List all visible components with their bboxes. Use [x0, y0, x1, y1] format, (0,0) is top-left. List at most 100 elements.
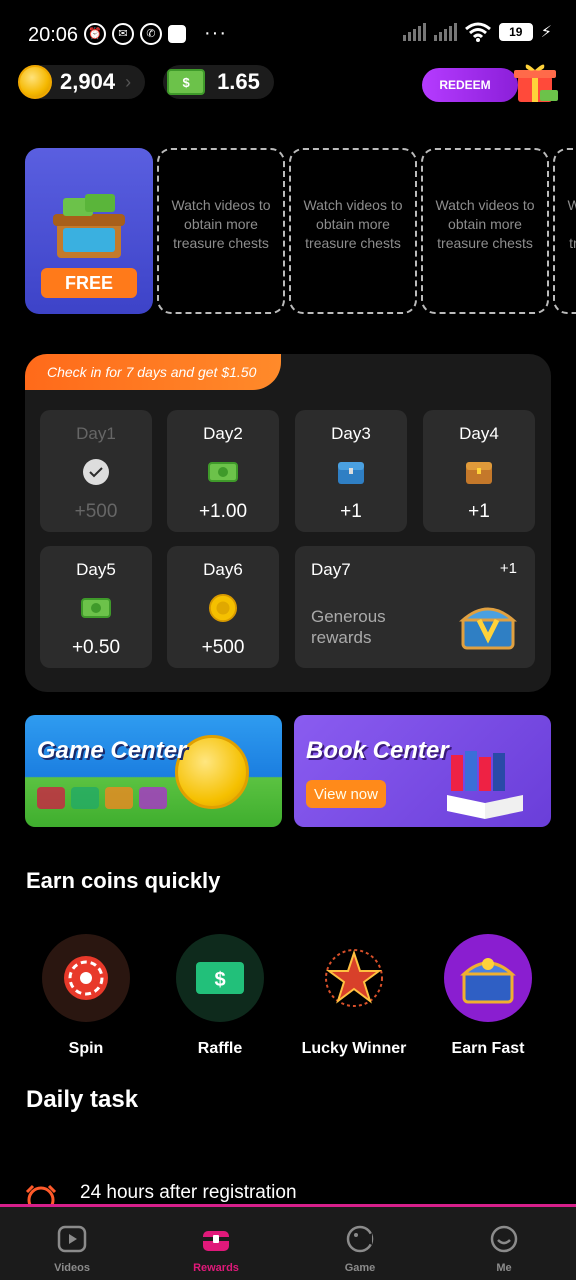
- game-thumbnails: [37, 787, 177, 813]
- spin-wheel-icon: [42, 934, 130, 1022]
- status-time: 20:06: [28, 24, 79, 46]
- book-center-banner[interactable]: Book Center View now: [294, 715, 551, 827]
- redeem-button[interactable]: REDEEM: [422, 68, 518, 102]
- task-label: 24 hours after registration: [80, 1182, 297, 1203]
- task-row[interactable]: 24 hours after registration: [24, 1180, 576, 1204]
- chest-slot: Watch videos to obtain more treasure che…: [553, 148, 576, 314]
- cash-icon: [208, 462, 238, 482]
- system-icons: 19 ⚡: [402, 22, 552, 42]
- nav-label: Videos: [54, 1262, 90, 1274]
- rewards-icon: [203, 1231, 229, 1251]
- game-icon: [346, 1225, 374, 1253]
- nav-label: Game: [344, 1262, 376, 1274]
- alarm-icon: ⏰: [84, 22, 106, 45]
- earn-row: Spin $ Raffle Lucky Winner Earn Fast: [0, 934, 576, 1064]
- charging-icon: ⚡: [540, 24, 552, 41]
- day-card-4[interactable]: Day4 +1: [423, 410, 535, 532]
- cash-balance-value: 1.65: [217, 69, 260, 94]
- more-notifications-icon: ···: [204, 22, 227, 44]
- day-label: Day7: [311, 560, 351, 579]
- day-card-6[interactable]: Day6 +500: [167, 546, 279, 668]
- daily-task-title: Daily task: [26, 1086, 139, 1113]
- day-label: Day1: [76, 424, 116, 443]
- earn-label: Earn Fast: [451, 1040, 525, 1057]
- chest-slot: Watch videos to obtain more treasure che…: [421, 148, 549, 314]
- treasure-chest-icon: [53, 194, 125, 258]
- coin-icon: [209, 594, 237, 622]
- day-card-3[interactable]: Day3 +1: [295, 410, 407, 532]
- notification-icons: ⏰ ✉ ✆ ···: [84, 22, 227, 45]
- day-value: +1.00: [198, 501, 248, 522]
- chest-row: FREE Watch videos to obtain more treasur…: [25, 148, 576, 314]
- lucky-winner-item[interactable]: Lucky Winner: [299, 934, 409, 1058]
- treasure-chest-icon: [444, 934, 532, 1022]
- raffle-ticket-icon: $: [176, 934, 264, 1022]
- earn-label: Raffle: [197, 1040, 243, 1057]
- coin-balance[interactable]: 2,904 ›: [18, 65, 146, 99]
- check-icon: [83, 459, 109, 485]
- coin-balance-value: 2,904: [60, 69, 116, 94]
- status-bar: 20:06 ⏰ ✉ ✆ ··· 19 ⚡: [0, 0, 576, 64]
- nav-me[interactable]: Me: [464, 1225, 544, 1274]
- earn-fast-item[interactable]: Earn Fast: [433, 934, 543, 1058]
- game-thumbnail-icon: [105, 787, 133, 809]
- play-icon: [57, 1225, 87, 1253]
- nav-game[interactable]: Game: [320, 1225, 400, 1274]
- view-now-button[interactable]: View now: [306, 780, 386, 808]
- balance-row: 2,904 › $ 1.65: [18, 64, 274, 100]
- day-card-5[interactable]: Day5 +0.50: [40, 546, 152, 668]
- gold-chest-icon: [466, 462, 492, 484]
- nav-label: Rewards: [193, 1262, 239, 1274]
- game-thumbnail-icon: [37, 787, 65, 809]
- book-center-title: Book Center: [306, 737, 449, 764]
- day-label: Day6: [203, 560, 243, 579]
- day-label: Day3: [331, 424, 371, 443]
- cash-balance[interactable]: $ 1.65: [163, 65, 274, 99]
- day-value: +1: [499, 560, 517, 577]
- viber-icon: ✆: [140, 22, 162, 45]
- nav-videos[interactable]: Videos: [32, 1225, 112, 1274]
- game-center-banner[interactable]: Game Center: [25, 715, 282, 827]
- day7-description: Generous rewards: [311, 607, 386, 647]
- earn-label: Spin: [68, 1040, 104, 1057]
- day-value: +1: [468, 501, 490, 522]
- day-value: +500: [74, 501, 118, 522]
- treasure-chest-icon: [459, 607, 517, 650]
- lucky-star-icon: [310, 934, 398, 1022]
- nav-rewards[interactable]: Rewards: [176, 1225, 256, 1274]
- chest-slot: Watch videos to obtain more treasure che…: [157, 148, 285, 314]
- bottom-nav: Videos Rewards Game Me: [0, 1204, 576, 1280]
- day-card-1[interactable]: Day1 +500: [40, 410, 152, 532]
- checkin-banner: Check in for 7 days and get $1.50: [25, 354, 281, 390]
- gift-icon[interactable]: [510, 60, 560, 106]
- day-card-7[interactable]: Day7 +1 Generous rewards: [295, 546, 535, 668]
- chest-slot: Watch videos to obtain more treasure che…: [289, 148, 417, 314]
- cash-icon: $: [167, 69, 206, 95]
- battery-icon: 19: [498, 23, 533, 41]
- day-value: +500: [201, 637, 245, 658]
- smile-icon: [490, 1225, 518, 1253]
- earn-section-title: Earn coins quickly: [26, 868, 221, 893]
- raffle-item[interactable]: $ Raffle: [165, 934, 275, 1058]
- chevron-right-icon: ›: [125, 71, 132, 92]
- spin-item[interactable]: Spin: [31, 934, 141, 1058]
- signal-icon-2: [433, 23, 457, 41]
- day-card-2[interactable]: Day2 +1.00: [167, 410, 279, 532]
- free-chest-card[interactable]: FREE: [25, 148, 153, 314]
- books-icon: [447, 751, 523, 819]
- day-label: Day2: [203, 424, 243, 443]
- nav-label: Me: [496, 1262, 512, 1274]
- wifi-icon: [464, 22, 491, 42]
- day-label: Day4: [459, 424, 499, 443]
- coin-icon: [18, 65, 52, 99]
- signal-icon: [402, 23, 426, 41]
- game-thumbnail-icon: [139, 787, 167, 809]
- earn-label: Lucky Winner: [301, 1040, 407, 1057]
- day-value: +0.50: [71, 637, 121, 658]
- app-icon: [168, 24, 186, 43]
- blue-chest-icon: [338, 462, 364, 484]
- game-thumbnail-icon: [71, 787, 99, 809]
- game-center-title: Game Center: [37, 737, 187, 764]
- free-button[interactable]: FREE: [41, 268, 137, 298]
- day-label: Day5: [76, 560, 116, 579]
